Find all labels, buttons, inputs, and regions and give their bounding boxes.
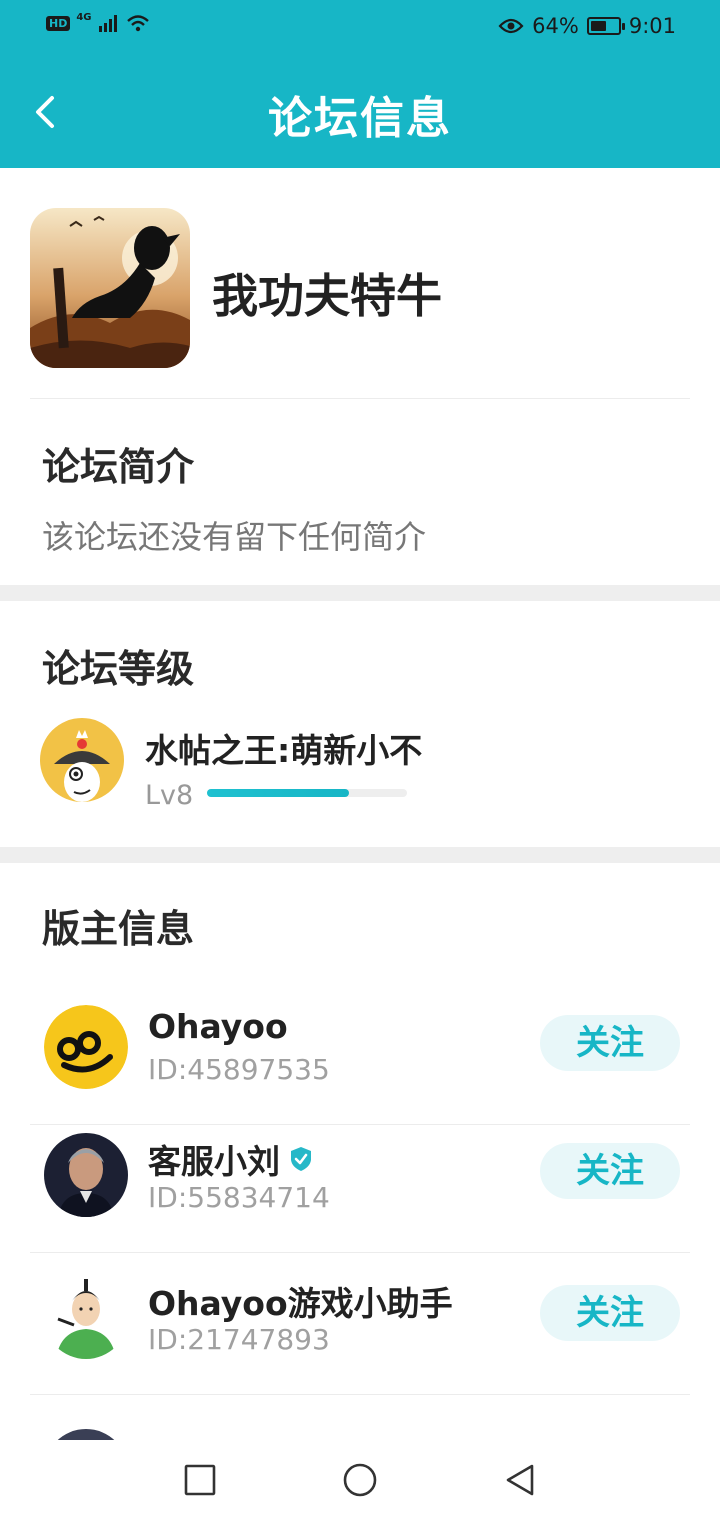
moderator-row[interactable]: Ohayoo游戏小助手 ID:21747893 关注: [0, 1253, 720, 1395]
ohayoo-logo: [44, 1005, 128, 1089]
app-bar: 论坛信息: [0, 56, 720, 168]
moderator-name-text: 客服小刘: [148, 1142, 280, 1181]
signal-icon: [98, 15, 117, 32]
battery-icon: [586, 17, 625, 35]
moderator-avatar[interactable]: [44, 1275, 128, 1359]
person-photo: [44, 1133, 128, 1217]
triangle-back-icon: [506, 1464, 534, 1496]
status-left: HD 4G: [46, 11, 150, 32]
moderator-avatar[interactable]: [44, 1005, 128, 1089]
moderator-row[interactable]: Ohayoo ID:45897535 关注: [0, 983, 720, 1125]
game-artwork: [30, 208, 190, 368]
network-label: 4G: [76, 11, 92, 23]
moderator-id: ID:55834714: [148, 1181, 330, 1214]
moderator-id: ID:21747893: [148, 1323, 330, 1356]
square-icon: [184, 1464, 216, 1496]
moderator-name-text: Ohayoo游戏小助手: [148, 1284, 453, 1323]
intro-text: 该论坛还没有留下任何简介: [42, 518, 427, 556]
circle-icon: [343, 1463, 377, 1497]
follow-button[interactable]: 关注: [540, 1285, 680, 1341]
level-tag: Lv8: [145, 780, 194, 811]
intro-title: 论坛简介: [42, 445, 195, 489]
moderator-name: Ohayoo: [148, 1007, 288, 1046]
hd-badge: HD: [46, 15, 71, 31]
battery-percent: 64%: [532, 14, 579, 38]
section-separator: [0, 585, 720, 601]
level-avatar: [40, 718, 124, 802]
eye-comfort-icon: [498, 18, 524, 34]
wifi-icon: [126, 15, 149, 32]
moderator-name-text: Ohayoo: [148, 1007, 288, 1046]
follow-button[interactable]: 关注: [540, 1143, 680, 1199]
game-icon: [30, 208, 190, 368]
level-progress-fill: [207, 789, 349, 797]
page-title: 论坛信息: [268, 93, 452, 144]
status-bar: HD 4G 64% 9:01: [0, 0, 720, 56]
level-title: 论坛等级: [42, 647, 195, 691]
section-separator: [0, 847, 720, 863]
back-nav-button[interactable]: [502, 1462, 538, 1498]
forum-header: 我功夫特牛: [0, 168, 720, 398]
verified-badge-icon: [291, 1147, 311, 1171]
moderator-row[interactable]: 客服小刘 ID:55834714 关注: [0, 1111, 720, 1253]
divider: [30, 398, 690, 399]
clock: 9:01: [628, 14, 676, 38]
moderators-title: 版主信息: [42, 907, 195, 951]
level-badge-artwork: [40, 718, 124, 802]
home-button[interactable]: [342, 1462, 378, 1498]
moderator-avatar[interactable]: [44, 1133, 128, 1217]
forum-name: 我功夫特牛: [212, 269, 442, 323]
moderator-id: ID:45897535: [148, 1053, 330, 1086]
battery-fill: [590, 21, 607, 31]
moderator-name: Ohayoo游戏小助手: [148, 1277, 453, 1325]
level-progress-bar: [207, 789, 407, 797]
status-right: 64% 9:01: [498, 14, 676, 38]
character-illustration: [44, 1275, 128, 1359]
moderator-name: 客服小刘: [148, 1135, 314, 1183]
recents-button[interactable]: [182, 1462, 218, 1498]
follow-button[interactable]: 关注: [540, 1015, 680, 1071]
system-nav-bar: [0, 1440, 720, 1520]
level-name: 水帖之王:萌新小不: [145, 731, 423, 770]
